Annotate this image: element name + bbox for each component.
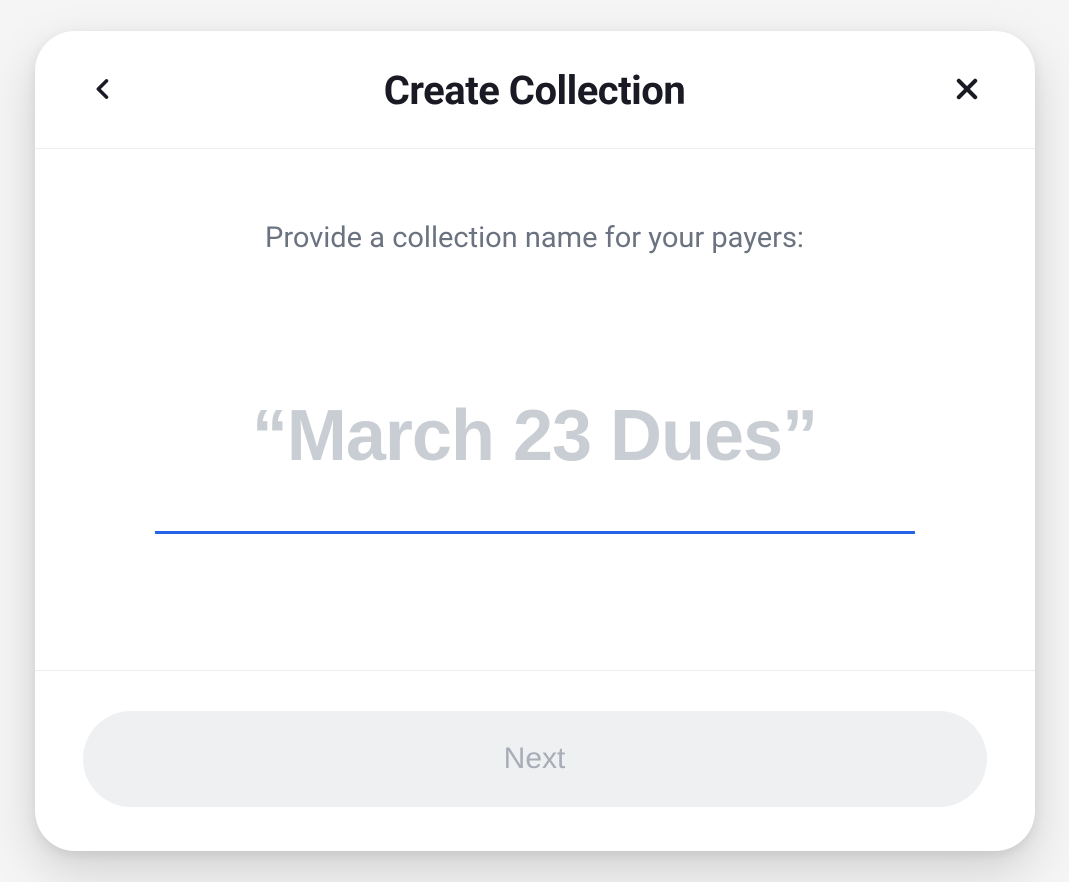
modal-footer: Next xyxy=(35,671,1035,851)
close-icon xyxy=(953,75,981,106)
chevron-left-icon xyxy=(89,75,117,106)
prompt-label: Provide a collection name for your payer… xyxy=(265,221,804,255)
modal-title: Create Collection xyxy=(384,67,686,114)
back-button[interactable] xyxy=(83,71,123,111)
collection-name-field xyxy=(155,395,915,534)
modal-content: Provide a collection name for your payer… xyxy=(35,149,1035,671)
modal-header: Create Collection xyxy=(35,31,1035,149)
close-button[interactable] xyxy=(947,71,987,111)
create-collection-modal: Create Collection Provide a collection n… xyxy=(35,31,1035,851)
next-button[interactable]: Next xyxy=(83,711,987,807)
collection-name-input[interactable] xyxy=(155,395,915,534)
